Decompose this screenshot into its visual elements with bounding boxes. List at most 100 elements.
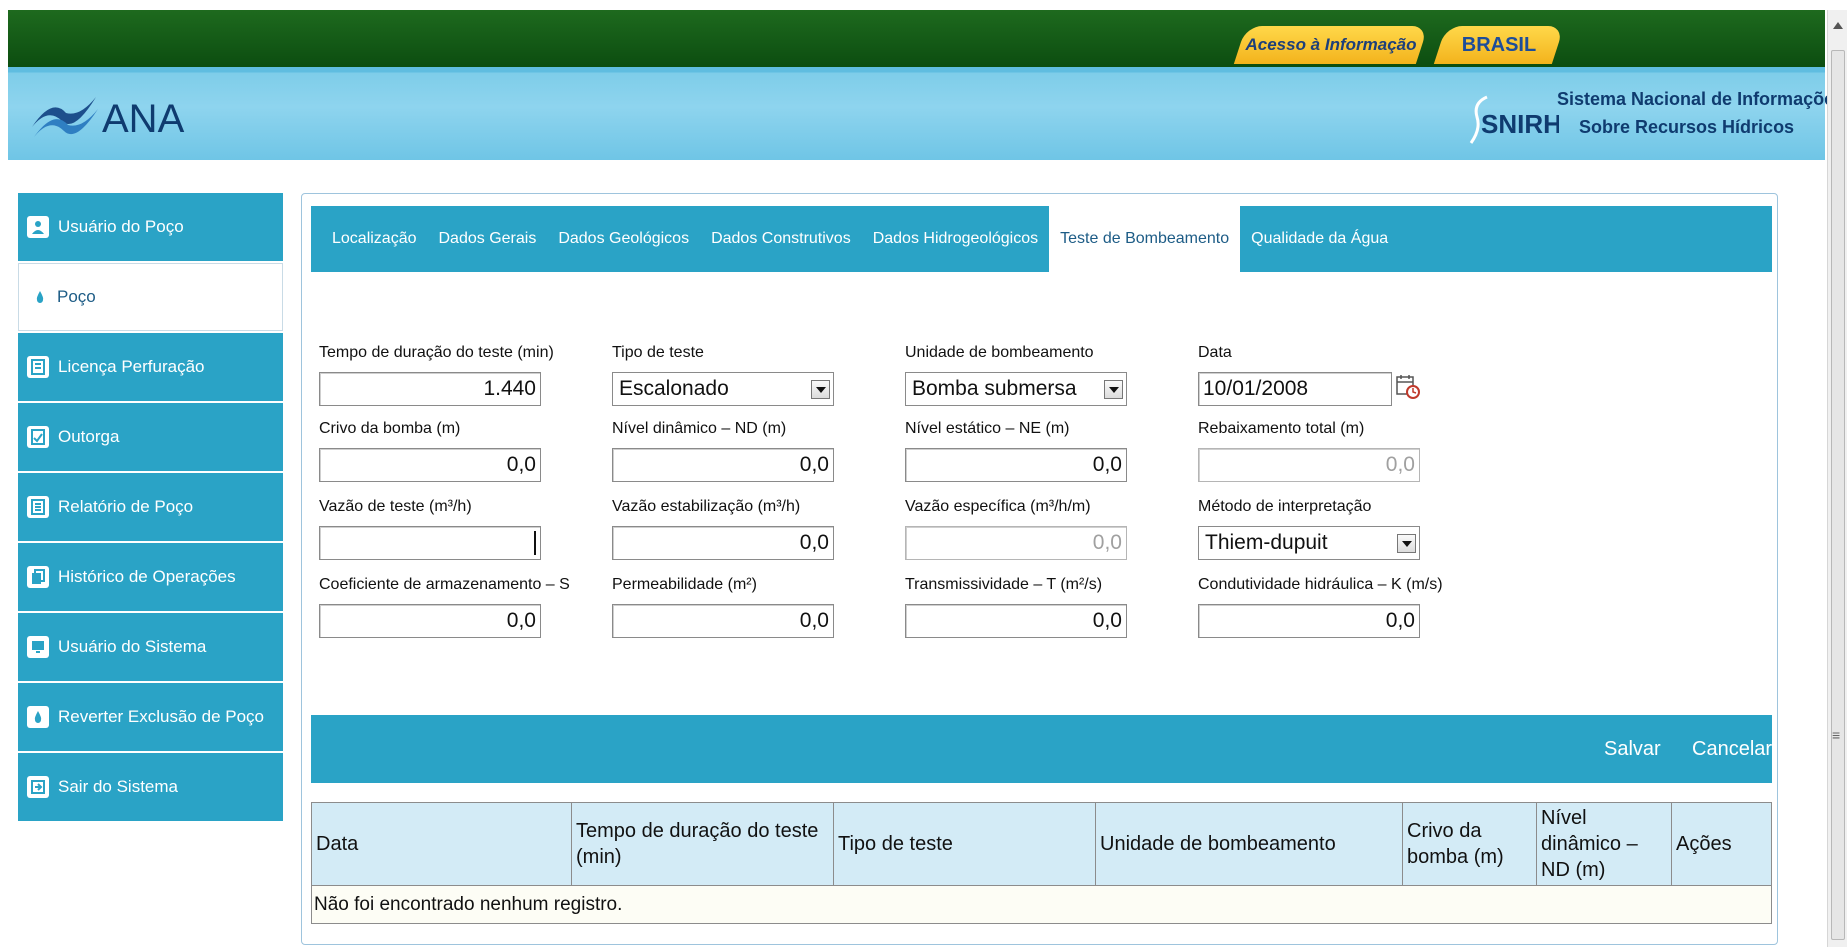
- data-input[interactable]: 10/01/2008: [1198, 372, 1392, 406]
- condutividade-group: Condutividade hidráulica – K (m/s) 0,0: [1198, 576, 1443, 638]
- metodo-interpretacao-group: Método de interpretação Thiem-dupuit: [1198, 498, 1420, 560]
- save-button[interactable]: Salvar: [1604, 715, 1661, 783]
- ana-logo[interactable]: ANA: [30, 87, 220, 147]
- scroll-up-arrow-icon[interactable]: [1833, 22, 1843, 29]
- data-label: Data: [1198, 344, 1232, 361]
- crivo-bomba-input[interactable]: 0,0: [319, 448, 541, 482]
- nivel-dinamico-input[interactable]: 0,0: [612, 448, 834, 482]
- column-header-acoes: Ações: [1671, 802, 1772, 886]
- ana-logo-text: ANA: [102, 97, 185, 141]
- snirh-mark-icon: SNIRH: [1469, 95, 1559, 144]
- coef-armazenamento-input[interactable]: 0,0: [319, 604, 541, 638]
- unidade-bombeamento-value: Bomba submersa: [912, 377, 1077, 400]
- snirh-logo[interactable]: SNIRH Sistema Nacional de Informações So…: [1467, 87, 1844, 151]
- scrollbar-thumb[interactable]: [1831, 50, 1845, 940]
- nivel-estatico-input[interactable]: 0,0: [905, 448, 1127, 482]
- vazao-estabilizacao-label: Vazão estabilização (m³/h): [612, 498, 801, 515]
- exit-icon: [27, 776, 49, 798]
- sidebar-item-sair-sistema[interactable]: Sair do Sistema: [18, 753, 283, 821]
- table-row: Não foi encontrado nenhum registro.: [311, 885, 1772, 924]
- user-icon: [27, 216, 49, 238]
- permeabilidade-group: Permeabilidade (m²) 0,0: [612, 576, 834, 638]
- column-header-unidade[interactable]: Unidade de bombeamento: [1095, 802, 1403, 886]
- vazao-teste-input[interactable]: [319, 526, 541, 560]
- brasil-label: BRASIL: [1461, 34, 1537, 56]
- vazao-teste-label: Vazão de teste (m³/h): [319, 498, 472, 515]
- chevron-down-icon[interactable]: [811, 380, 830, 399]
- unidade-bombeamento-label: Unidade de bombeamento: [905, 344, 1094, 361]
- rebaixamento-total-group: Rebaixamento total (m) 0,0: [1198, 420, 1420, 482]
- transmissividade-input[interactable]: 0,0: [905, 604, 1127, 638]
- table-header-row: Data Tempo de duração do teste (min) Tip…: [311, 802, 1772, 886]
- tab-dados-construtivos[interactable]: Dados Construtivos: [700, 206, 862, 272]
- site-header: ANA SNIRH Sistema Nacional de Informaçõe…: [8, 67, 1844, 160]
- vertical-scrollbar[interactable]: ≡: [1827, 10, 1847, 947]
- sidebar-item-label: Histórico de Operações: [58, 567, 236, 586]
- metodo-interpretacao-label: Método de interpretação: [1198, 498, 1372, 515]
- chevron-down-icon[interactable]: [1397, 534, 1416, 553]
- crivo-bomba-group: Crivo da bomba (m) 0,0: [319, 420, 541, 482]
- sidebar-item-reverter-exclusao[interactable]: Reverter Exclusão de Poço: [18, 683, 283, 751]
- tab-localizacao[interactable]: Localização: [321, 206, 428, 272]
- sidebar-item-label: Sair do Sistema: [58, 777, 178, 796]
- condutividade-input[interactable]: 0,0: [1198, 604, 1420, 638]
- nivel-dinamico-group: Nível dinâmico – ND (m) 0,0: [612, 420, 834, 482]
- sidebar-item-usuario-sistema[interactable]: Usuário do Sistema: [18, 613, 283, 681]
- vazao-teste-group: Vazão de teste (m³/h): [319, 498, 541, 560]
- tab-dados-hidrogeologicos[interactable]: Dados Hidrogeológicos: [862, 206, 1049, 272]
- unidade-bombeamento-group: Unidade de bombeamento Bomba submersa: [905, 344, 1127, 406]
- tab-dados-gerais[interactable]: Dados Gerais: [428, 206, 548, 272]
- sidebar-item-historico-operacoes[interactable]: Histórico de Operações: [18, 543, 283, 611]
- vazao-estabilizacao-input[interactable]: 0,0: [612, 526, 834, 560]
- sidebar-item-relatorio-poco[interactable]: Relatório de Poço: [18, 473, 283, 541]
- acesso-informacao-link[interactable]: Acesso à Informação: [1233, 26, 1429, 64]
- scrollbar-grip-icon: ≡: [1832, 727, 1841, 743]
- tab-qualidade-agua[interactable]: Qualidade da Água: [1240, 206, 1399, 272]
- gov-top-bar: Acesso à Informação BRASIL: [8, 10, 1825, 67]
- sidebar-item-poco[interactable]: Poço: [18, 263, 283, 331]
- empty-message: Não foi encontrado nenhum registro.: [311, 885, 1772, 924]
- snirh-title-line2: Sobre Recursos Hídricos: [1579, 117, 1795, 137]
- column-header-data[interactable]: Data: [311, 802, 572, 886]
- column-header-crivo[interactable]: Crivo da bomba (m): [1402, 802, 1537, 886]
- results-table: Data Tempo de duração do teste (min) Tip…: [311, 802, 1772, 924]
- brasil-link[interactable]: BRASIL: [1433, 26, 1565, 64]
- unidade-bombeamento-select[interactable]: Bomba submersa: [905, 372, 1127, 406]
- chevron-down-icon[interactable]: [1104, 380, 1123, 399]
- sidebar-item-label: Poço: [57, 287, 96, 306]
- permeabilidade-label: Permeabilidade (m²): [612, 576, 757, 593]
- copy-icon: [27, 566, 49, 588]
- sidebar-item-usuario-poco[interactable]: Usuário do Poço: [18, 193, 283, 261]
- calendar-icon[interactable]: [1395, 374, 1421, 400]
- vazao-estabilizacao-group: Vazão estabilização (m³/h) 0,0: [612, 498, 834, 560]
- column-header-tempo[interactable]: Tempo de duração do teste (min): [571, 802, 834, 886]
- rebaixamento-total-input: 0,0: [1198, 448, 1420, 482]
- tempo-duracao-input[interactable]: 1.440: [319, 372, 541, 406]
- vazao-especifica-group: Vazão específica (m³/h/m) 0,0: [905, 498, 1127, 560]
- water-drop-icon: [32, 286, 48, 308]
- text-cursor: [534, 531, 536, 556]
- column-header-nivel-dinamico[interactable]: Nível dinâmico – ND (m): [1536, 802, 1672, 886]
- tab-teste-bombeamento[interactable]: Teste de Bombeamento: [1049, 206, 1241, 272]
- tipo-teste-select[interactable]: Escalonado: [612, 372, 834, 406]
- tab-bar: Localização Dados Gerais Dados Geológico…: [311, 206, 1772, 272]
- cancel-button[interactable]: Cancelar: [1692, 715, 1772, 783]
- condutividade-label: Condutividade hidráulica – K (m/s): [1198, 576, 1443, 593]
- sidebar-item-label: Reverter Exclusão de Poço: [58, 707, 264, 726]
- snirh-logo-text: SNIRH: [1481, 109, 1559, 139]
- tipo-teste-group: Tipo de teste Escalonado: [612, 344, 834, 406]
- sidebar-item-outorga[interactable]: Outorga: [18, 403, 283, 471]
- sidebar-item-licenca-perfuracao[interactable]: Licença Perfuração: [18, 333, 283, 401]
- permeabilidade-input[interactable]: 0,0: [612, 604, 834, 638]
- transmissividade-label: Transmissividade – T (m²/s): [905, 576, 1103, 593]
- snirh-title-line1: Sistema Nacional de Informações: [1557, 89, 1845, 109]
- sidebar-item-label: Licença Perfuração: [58, 357, 205, 376]
- transmissividade-group: Transmissividade – T (m²/s) 0,0: [905, 576, 1127, 638]
- column-header-tipo[interactable]: Tipo de teste: [833, 802, 1096, 886]
- tab-dados-geologicos[interactable]: Dados Geológicos: [547, 206, 700, 272]
- document-icon: [27, 356, 49, 378]
- sidebar-item-label: Usuário do Sistema: [58, 637, 207, 656]
- tipo-teste-label: Tipo de teste: [612, 344, 704, 361]
- tempo-duracao-group: Tempo de duração do teste (min) 1.440: [319, 344, 554, 406]
- metodo-interpretacao-select[interactable]: Thiem-dupuit: [1198, 526, 1420, 560]
